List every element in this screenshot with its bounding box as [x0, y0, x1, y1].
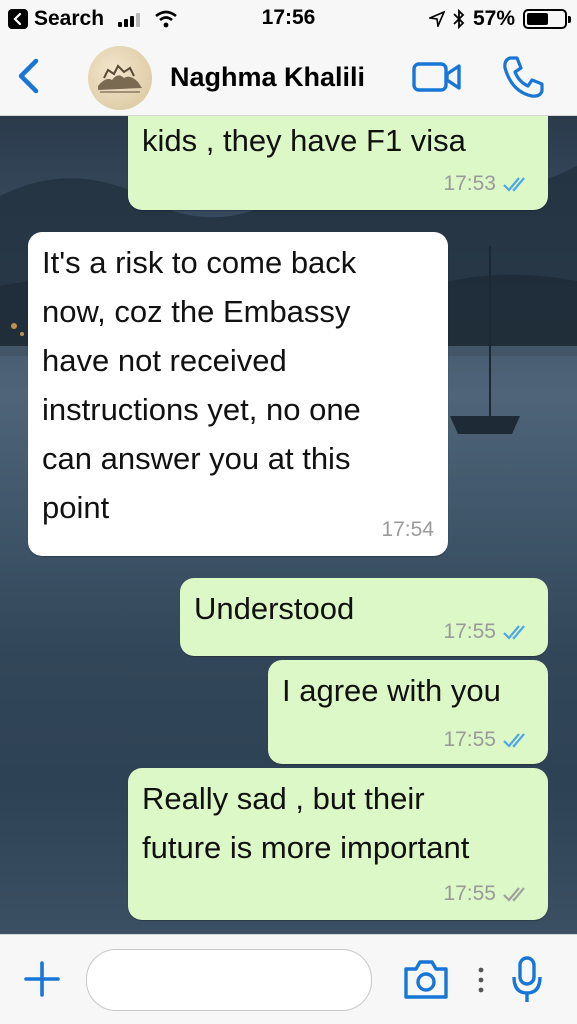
read-ticks-icon [503, 177, 525, 192]
chat-area[interactable]: kids , they have F1 visa 17:53 It's a ri… [0, 116, 577, 934]
message-meta: 17:55 [443, 882, 532, 906]
message-bubble-outgoing[interactable]: I agree with you 17:55 [268, 660, 548, 764]
message-bubble-incoming[interactable]: It's a risk to come back now, coz the Em… [28, 232, 448, 556]
message-bubble-outgoing[interactable]: Understood 17:55 [180, 578, 548, 656]
location-arrow-icon [428, 11, 445, 27]
status-right: 57% [428, 6, 571, 32]
status-bar: Search 17:56 57% [0, 0, 577, 38]
video-call-icon[interactable] [412, 60, 462, 94]
plus-icon[interactable] [22, 959, 62, 999]
camera-icon[interactable] [402, 957, 450, 1001]
more-dots-icon[interactable] [476, 965, 486, 995]
message-bubble-outgoing[interactable]: kids , they have F1 visa 17:53 [128, 116, 548, 210]
composer-bar [0, 934, 577, 1024]
contact-name[interactable]: Naghma Khalili [170, 62, 365, 93]
avatar-image [98, 64, 142, 93]
message-text: Understood [194, 591, 355, 626]
message-time: 17:53 [443, 172, 496, 195]
message-text: It's a risk to come back now, coz the Em… [42, 245, 361, 525]
battery-fill [527, 13, 548, 25]
message-meta: 17:55 [443, 620, 532, 644]
battery-percent: 57% [472, 7, 515, 30]
message-text: kids , they have F1 visa [142, 123, 466, 158]
message-input[interactable] [86, 949, 372, 1011]
message-text: Really sad , but their future is more im… [142, 781, 470, 865]
read-ticks-icon [503, 625, 525, 640]
battery-icon [523, 9, 571, 29]
message-meta: 17:55 [443, 728, 532, 752]
chat-header: Naghma Khalili [0, 38, 577, 116]
message-time: 17:55 [443, 882, 496, 905]
bluetooth-icon [453, 9, 465, 29]
message-meta: 17:53 [443, 172, 532, 196]
phone-icon[interactable] [500, 54, 546, 100]
message-text: I agree with you [282, 673, 501, 708]
message-meta: 17:54 [381, 518, 434, 542]
microphone-icon[interactable] [510, 955, 544, 1005]
message-time: 17:55 [443, 728, 496, 751]
message-time: 17:55 [443, 620, 496, 643]
message-bubble-outgoing[interactable]: Really sad , but their future is more im… [128, 768, 548, 920]
read-ticks-icon [503, 733, 525, 748]
contact-avatar[interactable] [88, 46, 152, 110]
delivered-ticks-icon [503, 887, 525, 902]
message-time: 17:54 [381, 518, 434, 541]
back-chevron-icon[interactable] [12, 58, 46, 94]
